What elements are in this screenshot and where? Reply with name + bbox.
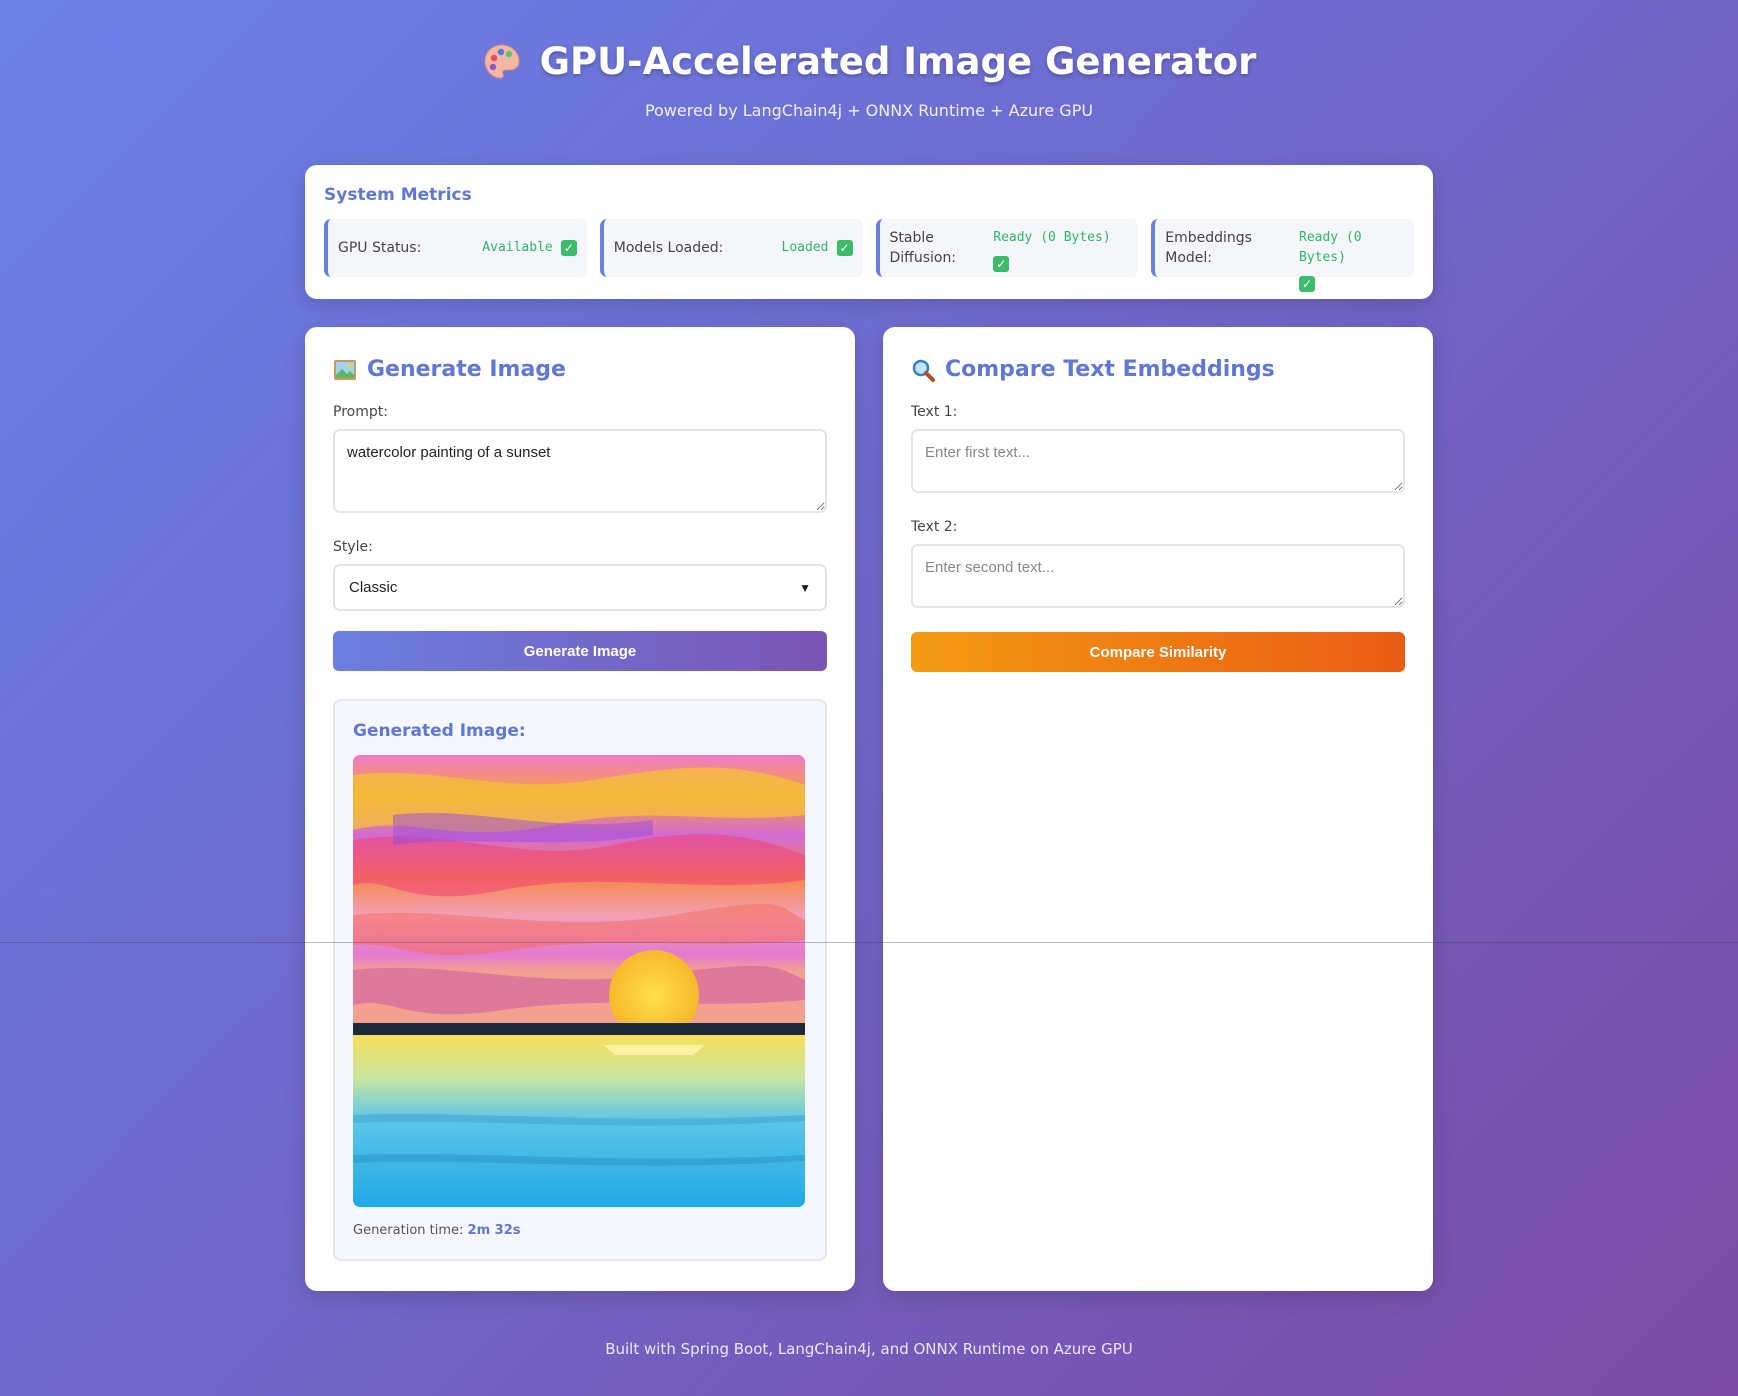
metric-label: Embeddings Model: bbox=[1165, 230, 1252, 266]
metric-label: Models Loaded: bbox=[613, 240, 724, 256]
metrics-row: GPU Status: Available ✓ Models Loaded: L… bbox=[324, 219, 1414, 292]
metric-value: Ready (0 Bytes) ✓ bbox=[1299, 228, 1404, 292]
metric-stable-diffusion: Stable Diffusion: Ready (0 Bytes) ✓ bbox=[875, 219, 1139, 277]
palette-icon bbox=[484, 43, 520, 79]
style-select-value: Classic bbox=[349, 579, 398, 596]
generation-time-label: Generation time: bbox=[353, 1223, 464, 1238]
text2-label: Text 2: bbox=[911, 519, 958, 535]
generation-time-value: 2m 32s bbox=[467, 1223, 521, 1238]
page-title: GPU-Accelerated Image Generator bbox=[0, 40, 1738, 83]
chevron-down-icon: ▼ bbox=[799, 580, 811, 595]
metric-value: Loaded ✓ bbox=[782, 238, 853, 258]
metric-value: Ready (0 Bytes) ✓ bbox=[993, 228, 1128, 272]
style-select[interactable]: Classic ▼ bbox=[333, 564, 827, 611]
compare-similarity-button[interactable]: Compare Similarity bbox=[911, 632, 1405, 672]
result-title: Generated Image: bbox=[353, 721, 526, 741]
metric-embeddings-model: Embeddings Model: Ready (0 Bytes) ✓ bbox=[1151, 219, 1414, 292]
system-metrics-card: System Metrics GPU Status: Available ✓ M… bbox=[305, 165, 1433, 299]
compare-title-text: Compare Text Embeddings bbox=[945, 357, 1275, 382]
prompt-input[interactable]: watercolor painting of a sunset bbox=[333, 429, 827, 513]
generate-title-text: Generate Image bbox=[367, 357, 566, 382]
page-footer: Built with Spring Boot, LangChain4j, and… bbox=[605, 1340, 1133, 1358]
compare-title: Compare Text Embeddings bbox=[911, 357, 1405, 382]
metric-value-text: Loaded bbox=[781, 240, 829, 255]
generate-title: Generate Image bbox=[333, 357, 827, 382]
text2-input[interactable] bbox=[911, 544, 1405, 608]
image-icon bbox=[334, 359, 356, 380]
metric-gpu-status: GPU Status: Available ✓ bbox=[324, 219, 587, 277]
check-icon: ✓ bbox=[1299, 276, 1315, 292]
compare-embeddings-panel: Compare Text Embeddings Text 1: Text 2: … bbox=[883, 327, 1433, 1291]
metric-value-text: Available bbox=[482, 240, 553, 255]
metrics-title: System Metrics bbox=[324, 185, 472, 205]
metric-value-text: Ready (0 Bytes) bbox=[1299, 230, 1362, 265]
text1-label: Text 1: bbox=[911, 404, 958, 420]
text1-input[interactable] bbox=[911, 429, 1405, 493]
generate-image-button[interactable]: Generate Image bbox=[333, 631, 827, 671]
page-header: GPU-Accelerated Image Generator Powered … bbox=[0, 40, 1738, 120]
metric-value: Available ✓ bbox=[482, 238, 577, 258]
generated-image bbox=[353, 755, 805, 1207]
page-title-text: GPU-Accelerated Image Generator bbox=[539, 40, 1257, 83]
page-subtitle: Powered by LangChain4j + ONNX Runtime + … bbox=[644, 101, 1094, 120]
check-icon: ✓ bbox=[836, 240, 853, 256]
search-icon bbox=[912, 359, 935, 382]
check-icon: ✓ bbox=[560, 240, 577, 256]
prompt-label: Prompt: bbox=[333, 404, 388, 420]
metric-label: GPU Status: bbox=[338, 240, 422, 256]
style-label: Style: bbox=[333, 539, 373, 555]
metric-models-loaded: Models Loaded: Loaded ✓ bbox=[599, 219, 863, 277]
divider bbox=[0, 942, 1738, 943]
generate-image-panel: Generate Image Prompt: watercolor painti… bbox=[305, 327, 855, 1291]
check-icon: ✓ bbox=[993, 256, 1010, 272]
generation-time: Generation time: 2m 32s bbox=[353, 1223, 807, 1238]
metric-label: Stable Diffusion: bbox=[889, 230, 957, 266]
metric-value-text: Ready (0 Bytes) bbox=[993, 230, 1111, 245]
generated-image-result: Generated Image: Generation time: 2m 32s bbox=[333, 699, 827, 1261]
